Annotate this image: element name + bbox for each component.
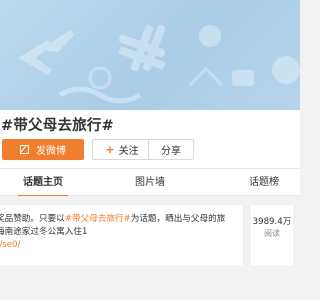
edit-icon xyxy=(20,145,29,154)
read-stats: 3989.4万 阅读 xyxy=(251,205,293,265)
topic-description: 奖品赞助。只要以#带父母去旅行#为话题，晒出与父母的旅 海南途家过冬公寓入住1 … xyxy=(0,213,240,252)
description-url[interactable]: t/se0/ xyxy=(0,239,240,252)
read-label: 阅读 xyxy=(264,229,280,238)
description-suffix: 为话题，晒出与父母的旅 xyxy=(130,214,226,224)
tab-topic-ranking[interactable]: 话题榜 xyxy=(236,169,292,196)
post-weibo-label: 发微博 xyxy=(36,146,66,157)
follow-label: 关注 xyxy=(118,146,139,157)
tab-photo-wall[interactable]: 图片墙 xyxy=(118,169,182,196)
post-weibo-button[interactable]: 发微博 xyxy=(2,139,84,160)
topic-tabs: 话题主页 图片墙 话题榜 xyxy=(0,168,300,197)
read-count: 3989.4万 xyxy=(252,217,292,227)
share-button[interactable]: 分享 xyxy=(148,139,194,160)
share-label: 分享 xyxy=(161,146,181,157)
description-line-1: 奖品赞助。只要以#带父母去旅行#为话题，晒出与父母的旅 xyxy=(0,213,240,226)
tab-topic-home[interactable]: 话题主页 xyxy=(8,169,78,197)
banner-illustration xyxy=(18,24,300,104)
description-prefix: 奖品赞助。只要以 xyxy=(0,214,65,224)
topic-title: #带父母去旅行# xyxy=(1,118,114,134)
plus-icon: + xyxy=(105,143,115,156)
description-line-2: 海南途家过冬公寓入住1 xyxy=(0,227,88,237)
follow-button[interactable]: + 关注 xyxy=(92,139,152,160)
description-topic-link[interactable]: #带父母去旅行# xyxy=(65,214,131,224)
topic-banner xyxy=(0,0,300,110)
